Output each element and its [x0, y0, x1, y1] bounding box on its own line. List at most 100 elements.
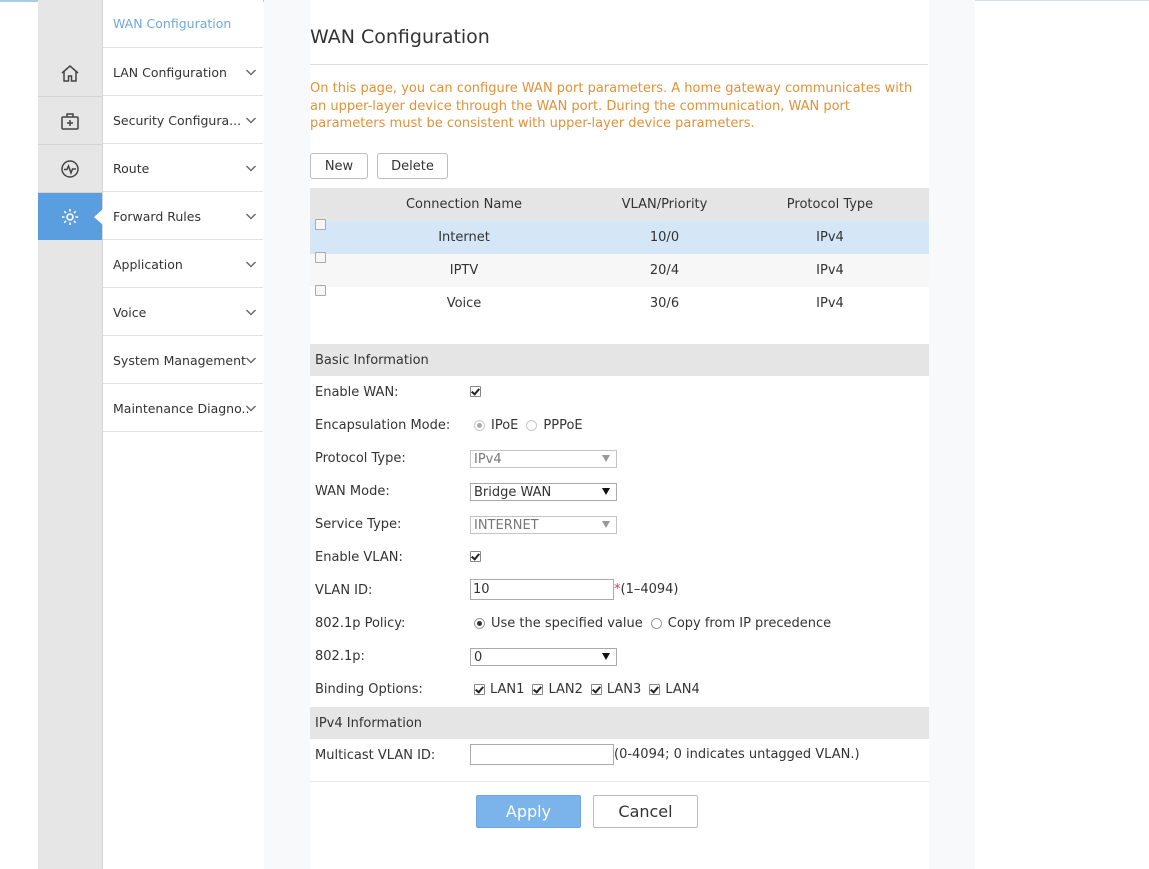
binding-lan4-checkbox[interactable]: [649, 684, 661, 695]
p8021-select[interactable]: 0: [470, 648, 617, 666]
sidebar-menu: WAN Configuration LAN Configuration Secu…: [103, 0, 263, 869]
row-select-cell: [310, 252, 330, 287]
chevron-down-icon: [246, 405, 256, 412]
menu-item-label: Application: [113, 256, 183, 272]
enable-vlan-field: [470, 551, 486, 562]
actions-divider: [310, 781, 929, 782]
binding-options-label: Binding Options:: [315, 682, 423, 697]
enable-wan-checkbox[interactable]: [470, 386, 481, 397]
menu-item-forward-rules[interactable]: Forward Rules: [103, 193, 263, 240]
service-type-select[interactable]: INTERNET: [470, 516, 617, 534]
active-pointer: [94, 209, 103, 225]
menu-item-security-configuration[interactable]: Security Configura...: [103, 97, 263, 144]
chevron-down-icon: [246, 117, 256, 124]
cell-connection-name: Voice: [330, 287, 598, 320]
dropdown-arrow-icon: [602, 653, 610, 660]
cancel-button[interactable]: Cancel: [593, 795, 698, 828]
gear-icon: [62, 208, 78, 225]
menu-item-maintenance-diagnosis[interactable]: Maintenance Diagno..: [103, 385, 263, 432]
apply-button[interactable]: Apply: [476, 795, 581, 828]
menu-item-lan-configuration[interactable]: LAN Configuration: [103, 49, 263, 96]
wan-mode-label: WAN Mode:: [315, 484, 390, 499]
page-title: WAN Configuration: [310, 26, 490, 48]
rail-toolbox[interactable]: [38, 97, 102, 145]
row-checkbox[interactable]: [315, 285, 326, 296]
dropdown-arrow-icon: [602, 488, 610, 495]
vlan-id-range: (1–4094): [620, 582, 679, 597]
binding-lan3-label: LAN3: [606, 682, 642, 697]
policy-ip-precedence-radio[interactable]: [650, 618, 662, 629]
new-button[interactable]: New: [310, 153, 368, 179]
table-row[interactable]: IPTV 20/4 IPv4: [310, 252, 929, 287]
menu-item-route[interactable]: Route: [103, 145, 263, 192]
policy-specified-label: Use the specified value: [491, 616, 643, 631]
binding-lan1-checkbox[interactable]: [474, 684, 485, 695]
binding-lan2-checkbox[interactable]: [532, 684, 544, 695]
protocol-type-select[interactable]: IPv4: [470, 450, 617, 468]
status-icon: [61, 159, 79, 178]
p8021-value: 0: [474, 649, 483, 665]
enable-wan-label: Enable WAN:: [315, 385, 399, 400]
icon-rail: [38, 0, 103, 869]
dropdown-arrow-icon: [602, 455, 610, 462]
menu-item-label: Security Configura...: [113, 112, 242, 128]
toolbox-icon: [61, 112, 79, 130]
enable-wan-field: [470, 386, 486, 397]
rail-home[interactable]: [38, 49, 102, 97]
policy-specified-radio[interactable]: [474, 618, 485, 629]
policy-8021p-label: 802.1p Policy:: [315, 616, 406, 631]
enable-vlan-checkbox[interactable]: [470, 551, 481, 562]
menu-item-label: Route: [113, 160, 150, 176]
section-basic-information: Basic Information: [310, 344, 929, 376]
service-type-label: Service Type:: [315, 517, 402, 532]
wan-mode-value: Bridge WAN: [474, 484, 552, 500]
home-icon: [61, 64, 79, 82]
page-description: On this page, you can configure WAN port…: [310, 81, 913, 131]
encap-ipoe-radio[interactable]: [474, 420, 485, 431]
row-checkbox[interactable]: [315, 219, 326, 230]
vlan-id-value: 10: [473, 582, 490, 597]
cell-vlan-priority: 10/0: [598, 221, 731, 254]
cell-protocol-type: IPv4: [731, 221, 929, 254]
title-divider: [310, 64, 928, 65]
cell-connection-name: IPTV: [330, 254, 598, 287]
menu-item-wan-configuration[interactable]: WAN Configuration: [103, 0, 263, 48]
chevron-down-icon: [246, 309, 256, 316]
menu-item-voice[interactable]: Voice: [103, 289, 263, 336]
chevron-down-icon: [246, 357, 256, 364]
menu-item-label: Voice: [113, 304, 147, 320]
rail-status[interactable]: [38, 145, 102, 193]
row-select-cell: [310, 285, 330, 320]
encap-ipoe-label: IPoE: [491, 418, 519, 433]
wan-mode-select[interactable]: Bridge WAN: [470, 483, 617, 501]
dropdown-arrow-icon: [602, 521, 610, 528]
chevron-down-icon: [246, 69, 256, 76]
menu-item-label: Forward Rules: [113, 208, 201, 224]
service-type-value: INTERNET: [474, 517, 539, 533]
cell-protocol-type: IPv4: [731, 254, 929, 287]
table-header-row: Connection Name VLAN/Priority Protocol T…: [310, 188, 929, 221]
multicast-vlan-id-label: Multicast VLAN ID:: [315, 748, 436, 763]
menu-item-system-management[interactable]: System Management: [103, 337, 263, 384]
binding-options-field: LAN1 LAN2 LAN3 LAN4: [474, 682, 700, 697]
delete-button[interactable]: Delete: [377, 153, 448, 179]
table-row[interactable]: Voice 30/6 IPv4: [310, 285, 929, 320]
menu-item-application[interactable]: Application: [103, 241, 263, 288]
vlan-id-input[interactable]: 10: [470, 579, 614, 600]
table-header-protocol-type: Protocol Type: [731, 188, 929, 221]
table-row[interactable]: Internet 10/0 IPv4: [310, 219, 929, 254]
menu-item-label: WAN Configuration: [113, 16, 232, 31]
cell-vlan-priority: 30/6: [598, 287, 731, 320]
binding-lan3-checkbox[interactable]: [590, 684, 602, 695]
vlan-id-label: VLAN ID:: [315, 583, 373, 598]
rail-settings[interactable]: [38, 193, 103, 240]
section-ipv4-information: IPv4 Information: [310, 707, 929, 739]
multicast-vlan-id-input[interactable]: [470, 744, 614, 765]
encapsulation-mode-label: Encapsulation Mode:: [315, 418, 451, 433]
binding-lan1-label: LAN1: [490, 682, 525, 697]
protocol-type-label: Protocol Type:: [315, 451, 406, 466]
row-checkbox[interactable]: [315, 252, 326, 263]
chevron-down-icon: [246, 213, 256, 220]
encap-pppoe-radio[interactable]: [526, 420, 538, 431]
cell-connection-name: Internet: [330, 221, 598, 254]
